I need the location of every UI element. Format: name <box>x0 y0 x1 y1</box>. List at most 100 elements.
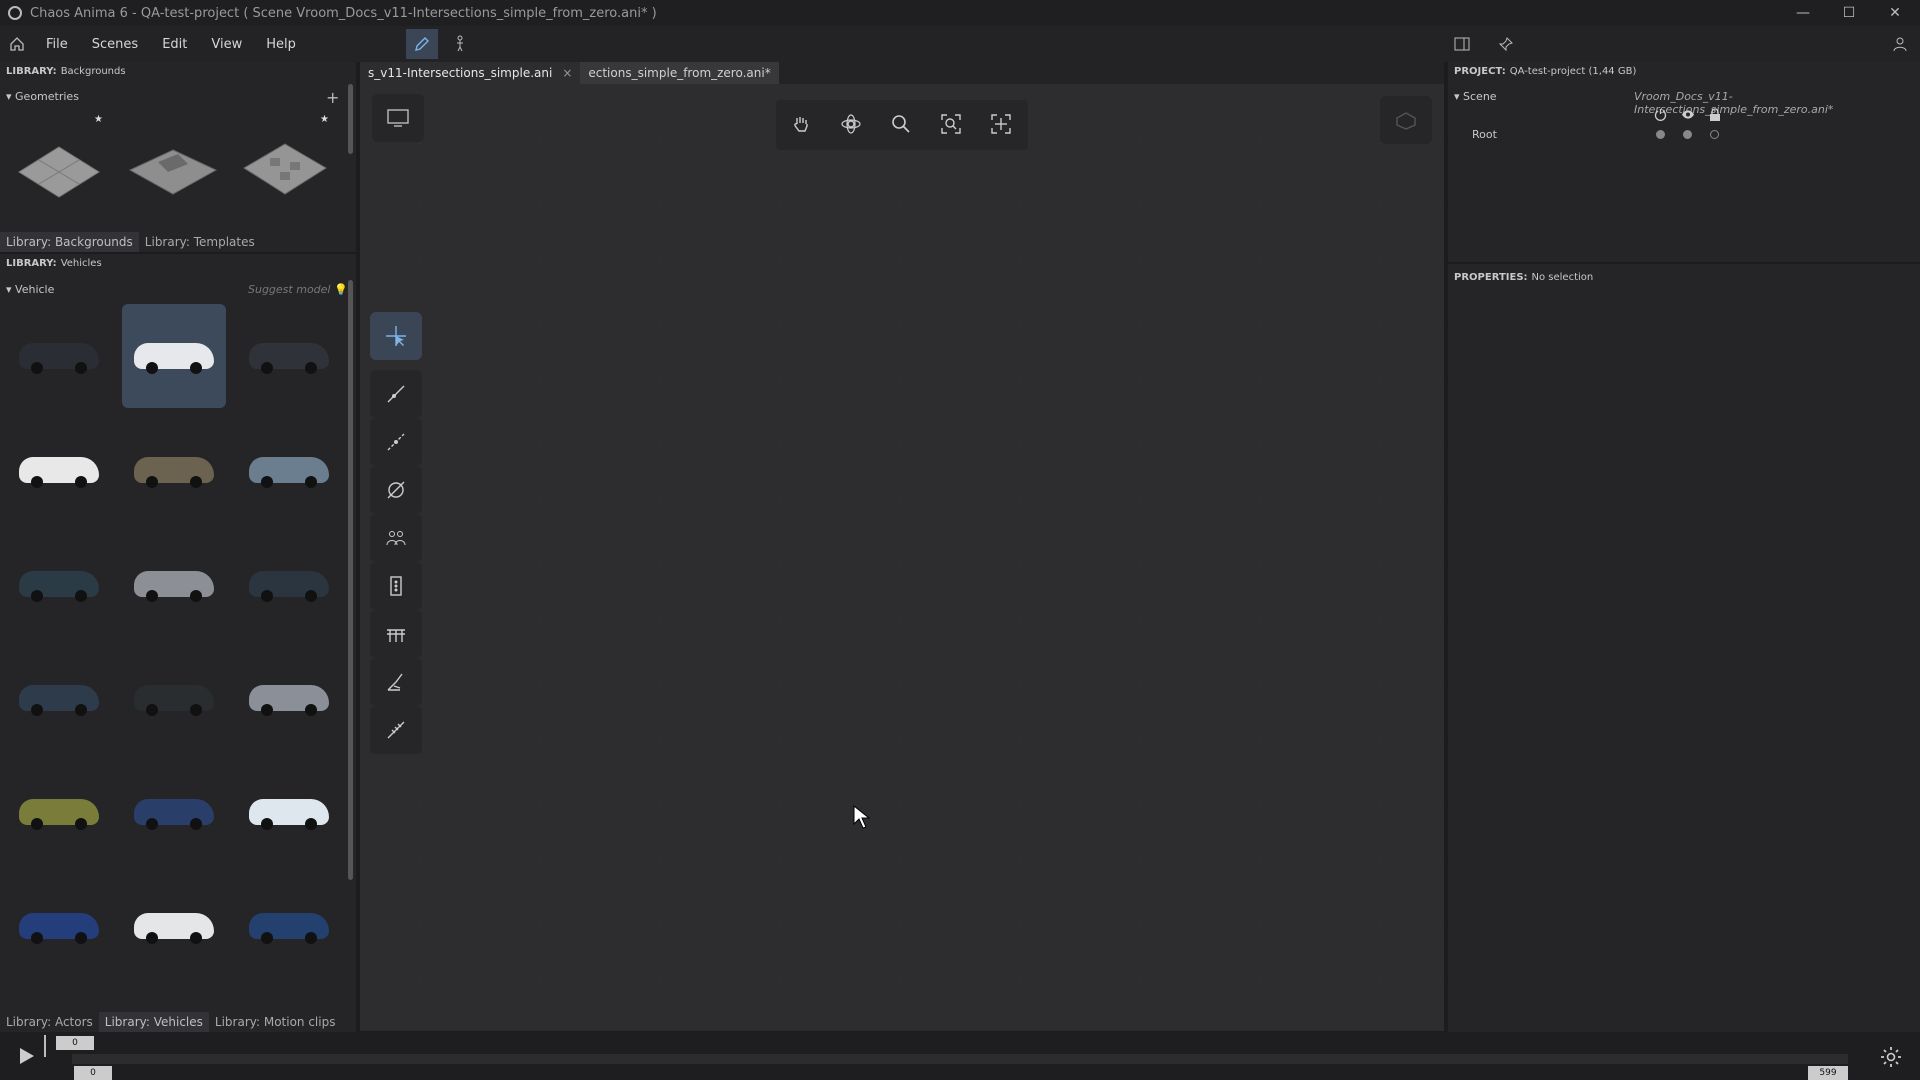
traffic-light-tool-icon[interactable] <box>370 562 422 610</box>
scrollbar[interactable] <box>348 84 353 154</box>
tab-library-motion-clips[interactable]: Library: Motion clips <box>209 1012 342 1032</box>
view-cube-icon[interactable] <box>1380 96 1432 144</box>
play-icon[interactable] <box>16 1046 36 1066</box>
tab-library-actors[interactable]: Library: Actors <box>0 1012 99 1032</box>
vehicle-thumbnail[interactable] <box>237 646 341 750</box>
vehicle-thumbnail[interactable] <box>237 532 341 636</box>
home-icon[interactable] <box>0 26 34 62</box>
3d-viewport[interactable] <box>360 84 1444 1031</box>
geometry-thumbnail[interactable] <box>128 142 218 202</box>
pin-icon[interactable] <box>1494 32 1518 56</box>
draw-path-tool-icon[interactable] <box>370 370 422 418</box>
user-account-icon[interactable] <box>1888 32 1912 56</box>
close-button[interactable]: ✕ <box>1872 0 1918 26</box>
tab-library-templates[interactable]: Library: Templates <box>139 232 261 252</box>
vehicle-thumbnail[interactable] <box>7 646 111 750</box>
power-icon[interactable] <box>1654 108 1667 121</box>
animation-mode-icon[interactable] <box>446 29 474 59</box>
car-model-icon <box>249 799 329 830</box>
current-frame-badge: 0 <box>56 1036 94 1050</box>
car-model-icon <box>249 343 329 374</box>
lock-icon[interactable] <box>1709 108 1721 121</box>
window-title: Chaos Anima 6 - QA-test-project ( Scene … <box>30 5 657 21</box>
lane-tool-icon[interactable] <box>370 418 422 466</box>
playhead[interactable] <box>44 1035 46 1057</box>
vehicle-thumbnail[interactable] <box>7 532 111 636</box>
vehicle-thumbnail[interactable] <box>122 874 226 978</box>
car-model-icon <box>249 457 329 488</box>
car-model-icon <box>19 571 99 602</box>
vehicle-thumbnail[interactable] <box>237 304 341 408</box>
car-model-icon <box>19 457 99 488</box>
doc-tab-active[interactable]: s_v11-Intersections_simple.ani × <box>360 62 581 84</box>
root-lock-dot[interactable] <box>1710 130 1719 139</box>
select-move-tool-icon[interactable] <box>370 312 422 360</box>
scrollbar[interactable] <box>348 280 353 880</box>
menu-bar: File Scenes Edit View Help <box>0 26 1920 62</box>
car-model-icon <box>19 799 99 830</box>
vehicle-thumbnail[interactable] <box>237 760 341 864</box>
root-power-dot[interactable] <box>1656 130 1665 139</box>
maximize-button[interactable]: ☐ <box>1826 0 1872 26</box>
orbit-icon[interactable] <box>826 100 876 148</box>
vehicle-thumbnail[interactable] <box>237 874 341 978</box>
vehicle-thumbnail[interactable] <box>7 304 111 408</box>
vehicle-thumbnail[interactable] <box>122 646 226 750</box>
frame-all-icon[interactable] <box>976 100 1026 148</box>
library-value: Vehicles <box>60 258 102 269</box>
menu-help[interactable]: Help <box>254 37 308 52</box>
vehicle-thumbnail[interactable] <box>7 418 111 522</box>
tab-library-backgrounds[interactable]: Library: Backgrounds <box>0 232 139 252</box>
vehicle-thumbnail[interactable] <box>122 304 226 408</box>
vehicle-section-header[interactable]: ▾ Vehicle <box>6 283 54 296</box>
end-frame-badge[interactable]: 599 <box>1808 1066 1848 1080</box>
root-visibility-dot[interactable] <box>1683 130 1692 139</box>
doc-tab[interactable]: ections_simple_from_zero.ani* <box>580 62 779 84</box>
menu-scenes[interactable]: Scenes <box>80 37 150 52</box>
favorite-icon[interactable]: ★ <box>320 114 329 125</box>
menu-view[interactable]: View <box>199 37 254 52</box>
vehicle-thumbnail[interactable] <box>7 760 111 864</box>
zoom-to-fit-icon[interactable] <box>926 100 976 148</box>
suggest-model-link[interactable]: Suggest model 💡 <box>248 283 348 296</box>
timeline-track[interactable] <box>72 1054 1848 1064</box>
start-frame-badge[interactable]: 0 <box>74 1066 112 1080</box>
tab-library-vehicles[interactable]: Library: Vehicles <box>98 1012 209 1032</box>
car-model-icon <box>19 913 99 944</box>
car-model-icon <box>134 457 214 488</box>
menu-file[interactable]: File <box>34 37 80 52</box>
vehicle-thumbnail[interactable] <box>122 760 226 864</box>
split-view-icon[interactable] <box>1450 32 1474 56</box>
barrier-tool-icon[interactable] <box>370 610 422 658</box>
root-node[interactable]: Root <box>1472 128 1497 141</box>
vehicle-thumbnail[interactable] <box>122 532 226 636</box>
sculpt-tool-icon[interactable] <box>370 658 422 706</box>
add-icon[interactable]: + <box>326 88 339 107</box>
pan-hand-icon[interactable] <box>776 100 826 148</box>
measure-tool-icon[interactable] <box>370 706 422 754</box>
favorite-icon[interactable]: ★ <box>94 114 103 125</box>
car-model-icon <box>134 343 214 374</box>
doc-tab-label: s_v11-Intersections_simple.ani <box>368 66 553 80</box>
geometry-thumbnail[interactable] <box>240 140 330 200</box>
properties-header: PROPERTIES: No selection <box>1454 272 1593 283</box>
vehicle-thumbnail[interactable] <box>7 874 111 978</box>
eye-icon[interactable] <box>1681 108 1695 121</box>
geometry-thumbnail[interactable] <box>14 142 104 202</box>
geometries-section-header[interactable]: ▾ Geometries <box>6 90 79 103</box>
vehicle-thumbnail[interactable] <box>237 418 341 522</box>
car-model-icon <box>134 799 214 830</box>
settings-gear-icon[interactable] <box>1880 1046 1902 1068</box>
edit-mode-pencil-icon[interactable] <box>406 29 438 59</box>
minimize-button[interactable]: — <box>1780 0 1826 26</box>
crowd-tool-icon[interactable] <box>370 514 422 562</box>
close-tab-icon[interactable]: × <box>562 66 572 80</box>
zoom-icon[interactable] <box>876 100 926 148</box>
scene-tree-header[interactable]: ▾ Scene <box>1454 90 1497 103</box>
roundabout-tool-icon[interactable] <box>370 466 422 514</box>
root-toggles <box>1656 130 1719 139</box>
display-monitor-icon[interactable] <box>372 94 424 142</box>
geometries-label: Geometries <box>15 90 79 103</box>
vehicle-thumbnail[interactable] <box>122 418 226 522</box>
menu-edit[interactable]: Edit <box>150 37 199 52</box>
